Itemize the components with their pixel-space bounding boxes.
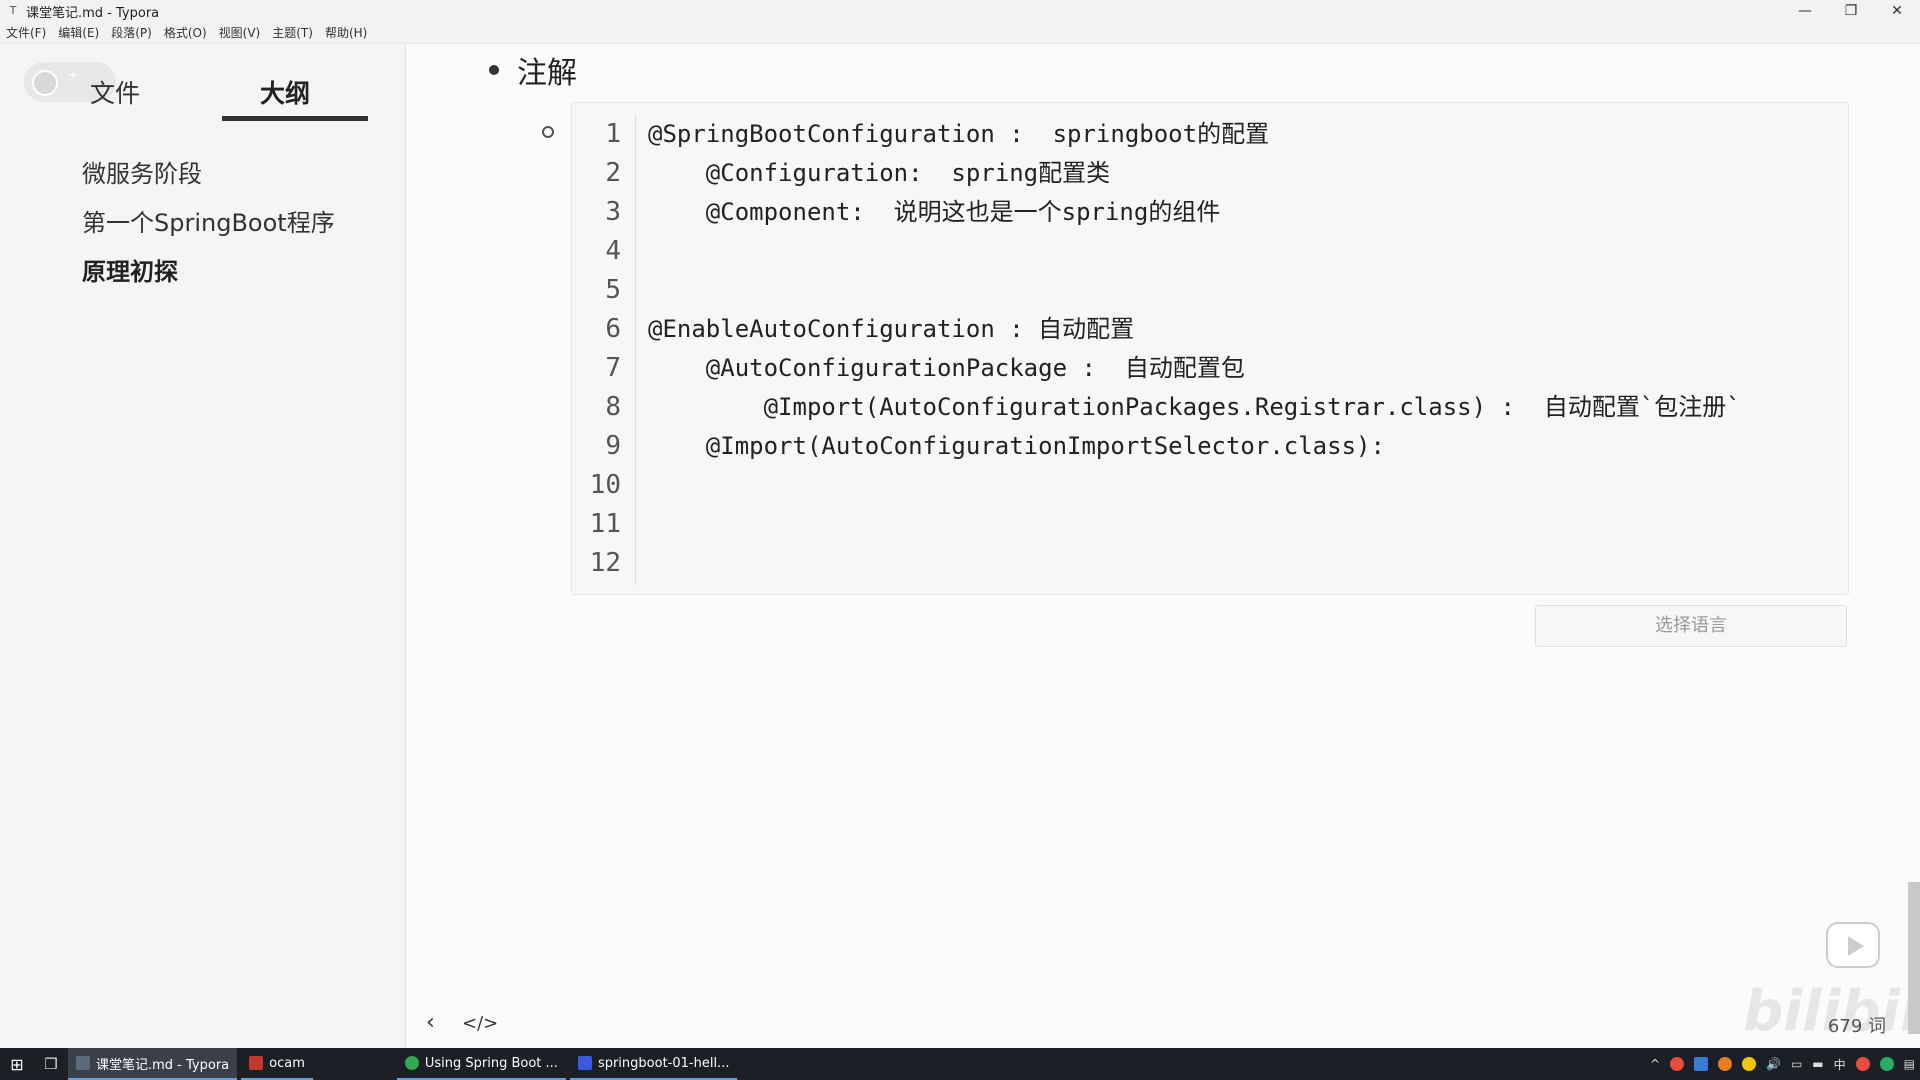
code-line[interactable]: @AutoConfigurationPackage : 自动配置包 xyxy=(648,349,1741,388)
menu-edit[interactable]: 编辑(E) xyxy=(58,24,99,41)
typora-icon xyxy=(76,1056,90,1070)
sogou-icon[interactable] xyxy=(1855,1057,1870,1071)
tray-expand-icon[interactable]: ^ xyxy=(1650,1057,1660,1071)
code-content[interactable]: @SpringBootConfiguration : springboot的配置… xyxy=(648,115,1741,583)
language-select-input[interactable]: 选择语言 xyxy=(1535,605,1847,647)
record-icon[interactable] xyxy=(1670,1057,1684,1071)
status-badge[interactable] xyxy=(1879,1057,1894,1071)
app-tray-icon[interactable] xyxy=(1694,1057,1708,1071)
line-number: 12 xyxy=(589,548,621,578)
code-line[interactable]: @SpringBootConfiguration : springboot的配置 xyxy=(648,115,1741,154)
line-number: 5 xyxy=(605,275,621,305)
system-tray: ^ 🔊 ▭ ▬ 中 ▤ xyxy=(1645,1048,1920,1080)
code-line[interactable]: @Import(AutoConfigurationPackages.Regist… xyxy=(648,388,1741,427)
line-number: 9 xyxy=(605,431,621,461)
code-line[interactable]: @Import(AutoConfigurationImportSelector.… xyxy=(648,427,1741,466)
active-tab-indicator xyxy=(222,116,368,121)
line-number: 4 xyxy=(605,236,621,266)
app-tray-icon[interactable] xyxy=(1718,1057,1732,1071)
bullet-icon xyxy=(489,65,499,75)
code-line[interactable] xyxy=(648,466,1741,505)
line-number: 11 xyxy=(589,509,621,539)
window-controls: — ❐ ✕ xyxy=(1782,0,1920,22)
window-title: 课堂笔记.md - Typora xyxy=(26,5,160,21)
code-line[interactable]: @Component: 说明这也是一个spring的组件 xyxy=(648,193,1741,232)
code-line[interactable] xyxy=(648,505,1741,544)
menu-paragraph[interactable]: 段落(P) xyxy=(111,24,152,41)
line-number: 6 xyxy=(605,314,621,344)
typora-icon: T xyxy=(9,4,17,17)
menu-bar: 文件(F) 编辑(E) 段落(P) 格式(O) 视图(V) 主题(T) 帮助(H… xyxy=(0,22,1920,44)
menu-view[interactable]: 视图(V) xyxy=(219,24,261,41)
taskbar-item-typora[interactable]: 课堂笔记.md - Typora xyxy=(68,1048,238,1080)
line-number-gutter: 1 2 3 4 5 6 7 8 9 10 11 12 xyxy=(572,115,636,585)
outline-item-first-springboot[interactable]: 第一个SpringBoot程序 xyxy=(82,199,335,248)
line-number: 3 xyxy=(605,197,621,227)
code-line[interactable] xyxy=(648,232,1741,271)
menu-help[interactable]: 帮助(H) xyxy=(325,24,367,41)
sidebar: + 文件 大纲 微服务阶段 第一个SpringBoot程序 原理初探 xyxy=(0,44,406,1048)
app-tray-icon[interactable] xyxy=(1742,1057,1756,1071)
line-number: 10 xyxy=(589,470,621,500)
taskbar-label: 课堂笔记.md - Typora xyxy=(96,1057,230,1073)
notification-icon[interactable]: ▤ xyxy=(1904,1057,1915,1071)
editor-area[interactable]: 注解 1 2 3 4 5 6 7 8 9 10 11 12 @SpringBoo… xyxy=(407,44,1920,1048)
heading-text: 注解 xyxy=(517,56,577,91)
word-count[interactable]: 679 词 xyxy=(1828,1012,1886,1038)
code-line[interactable]: @Configuration: spring配置类 xyxy=(648,154,1741,193)
taskbar-label: ocam xyxy=(269,1055,305,1071)
line-number: 1 xyxy=(605,119,621,149)
volume-icon[interactable]: 🔊 xyxy=(1766,1057,1781,1071)
play-button[interactable] xyxy=(1826,922,1880,968)
network-icon[interactable]: ▭ xyxy=(1791,1057,1802,1071)
outline-item-microservice[interactable]: 微服务阶段 xyxy=(82,150,335,199)
code-line[interactable] xyxy=(648,544,1741,583)
close-button[interactable]: ✕ xyxy=(1874,0,1920,22)
code-block[interactable]: 1 2 3 4 5 6 7 8 9 10 11 12 @SpringBootCo… xyxy=(571,102,1849,595)
taskbar-item-chrome[interactable]: Using Spring Boot ... xyxy=(396,1048,566,1080)
code-line[interactable] xyxy=(648,271,1741,310)
scrollbar-thumb[interactable] xyxy=(1908,882,1920,1034)
taskbar-label: Using Spring Boot ... xyxy=(424,1055,558,1071)
outline-list: 微服务阶段 第一个SpringBoot程序 原理初探 xyxy=(82,150,335,297)
ocam-icon xyxy=(249,1056,264,1070)
chrome-icon xyxy=(404,1056,419,1070)
input-method-label[interactable]: 中 xyxy=(1834,1056,1846,1073)
taskbar: ⊞ ❒ 课堂笔记.md - Typora ocam Using Spring B… xyxy=(0,1048,1920,1080)
task-view-icon[interactable]: ❒ xyxy=(34,1055,68,1073)
tab-files[interactable]: 文件 xyxy=(30,74,200,124)
menu-format[interactable]: 格式(O) xyxy=(164,24,207,41)
menu-file[interactable]: 文件(F) xyxy=(6,24,46,41)
line-number: 8 xyxy=(605,392,621,422)
title-bar: T 课堂笔记.md - Typora — ❐ ✕ xyxy=(0,0,1920,22)
taskbar-label: springboot-01-hell... xyxy=(597,1055,730,1071)
menu-theme[interactable]: 主题(T) xyxy=(272,24,313,41)
taskbar-item-ocam[interactable]: ocam xyxy=(241,1048,313,1080)
restore-button[interactable]: ❐ xyxy=(1828,0,1874,22)
windows-start-icon[interactable]: ⊞ xyxy=(0,1055,34,1074)
play-icon xyxy=(1848,936,1864,956)
battery-icon[interactable]: ▬ xyxy=(1812,1057,1823,1071)
sub-bullet-icon xyxy=(542,126,554,138)
intellij-icon xyxy=(577,1056,592,1070)
outline-item-principle[interactable]: 原理初探 xyxy=(82,248,335,297)
minimize-button[interactable]: — xyxy=(1782,0,1828,22)
list-item-heading: 注解 xyxy=(489,48,577,92)
taskbar-item-idea[interactable]: springboot-01-hell... xyxy=(569,1048,738,1080)
code-line[interactable]: @EnableAutoConfiguration : 自动配置 xyxy=(648,310,1741,349)
line-number: 2 xyxy=(605,158,621,188)
line-number: 7 xyxy=(605,353,621,383)
